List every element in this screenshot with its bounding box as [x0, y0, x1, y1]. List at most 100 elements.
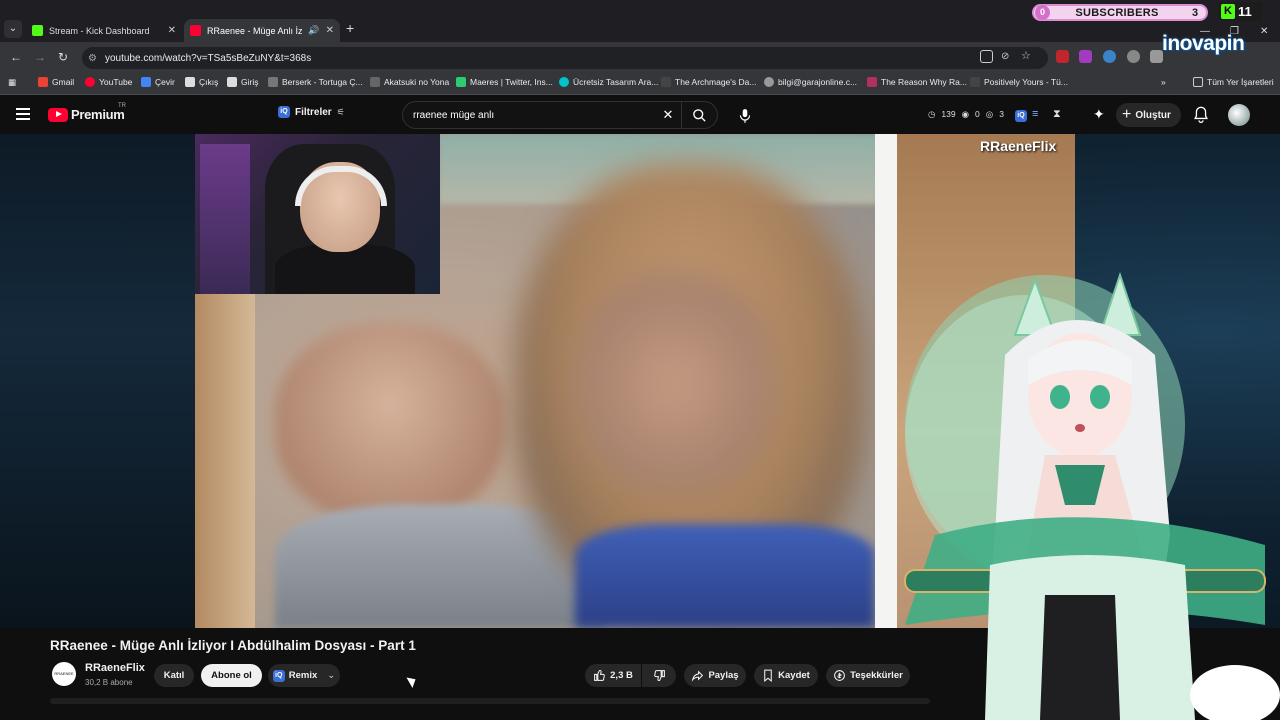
bookmark-giris[interactable]: Giriş: [227, 77, 258, 87]
video-frame-divider: [875, 134, 897, 628]
list-icon[interactable]: ≡: [1032, 108, 1038, 120]
extension-purple-icon[interactable]: [1079, 50, 1092, 63]
new-tab-button[interactable]: +: [346, 20, 354, 36]
close-tab-icon[interactable]: ✕: [326, 25, 334, 36]
filters-button[interactable]: iQ Filtreler ⚟: [278, 106, 345, 118]
tab-kick-dashboard[interactable]: Stream - Kick Dashboard ✕: [26, 19, 182, 42]
dislike-button[interactable]: [642, 664, 676, 687]
streamer-webcam: [195, 134, 440, 294]
extension-stats[interactable]: ◷ 139 ◉ 0 ◎ 3: [928, 109, 1004, 120]
video-person-left: [275, 324, 505, 524]
save-button[interactable]: Kaydet: [754, 664, 818, 687]
apps-icon[interactable]: ▦: [8, 77, 16, 88]
site-icon: [867, 77, 877, 87]
subscribe-button[interactable]: Abone ol: [201, 664, 262, 687]
video-frame-left-strip: [195, 294, 255, 628]
video-person-right-shirt: [575, 524, 875, 628]
channel-name[interactable]: RRaeneFlix: [85, 662, 145, 674]
search-input[interactable]: rraenee müge anlı: [403, 110, 655, 121]
super-thanks-icon: [834, 670, 846, 681]
forward-icon[interactable]: →: [34, 50, 46, 64]
menu-icon[interactable]: [16, 108, 30, 120]
hourglass-icon[interactable]: ⧗: [1053, 108, 1061, 121]
video-title: RRaenee - Müge Anlı İzliyor I Abdülhalim…: [50, 638, 416, 653]
create-button[interactable]: + Oluştur: [1116, 103, 1181, 127]
ambient-left-glow: [0, 134, 196, 628]
channel-subscriber-count: 30,2 B abone: [85, 678, 133, 687]
search-icon: [693, 108, 706, 122]
account-avatar[interactable]: [1228, 104, 1250, 126]
history-icon: ◷: [928, 109, 936, 119]
extension-red-icon[interactable]: [1056, 50, 1069, 63]
reload-icon[interactable]: ↻: [58, 50, 68, 64]
join-button[interactable]: Katıl: [154, 664, 194, 687]
subscribers-label: SUBSCRIBERS: [1075, 6, 1159, 19]
tab-title: Stream - Kick Dashboard: [49, 25, 150, 36]
bookmark-cikis[interactable]: Çıkış: [185, 77, 218, 87]
bookmark-maeres[interactable]: Maeres | Twitter, Ins...: [456, 77, 553, 87]
eye-icon: ◉: [961, 109, 970, 119]
bookmark-ucretsiz-tasarim[interactable]: Ücretsiz Tasarım Ara...: [559, 77, 658, 87]
translate-icon: [141, 77, 151, 87]
tab-youtube-video[interactable]: RRaenee - Müge Anlı İzliyor 🔊 ✕: [184, 19, 340, 42]
youtube-premium-logo[interactable]: Premium TR: [48, 103, 126, 122]
subscribers-count: 3: [1191, 6, 1199, 19]
bookmark-archmage[interactable]: The Archmage's Da...: [661, 77, 756, 87]
bookmark-gmail[interactable]: Gmail: [38, 77, 74, 87]
bookmark-berserk[interactable]: Berserk - Tortuga Ç...: [268, 77, 363, 87]
close-window-icon[interactable]: ✕: [1260, 26, 1268, 37]
extension-iq-icon[interactable]: iQ: [1015, 110, 1027, 122]
youtube-favicon-icon: [190, 25, 201, 36]
linktree-icon: [456, 77, 466, 87]
horizontal-scrollbar[interactable]: [50, 698, 930, 704]
search-button[interactable]: [681, 102, 717, 128]
site-info-icon[interactable]: ⚙: [88, 53, 97, 64]
thumbs-up-icon: [594, 670, 605, 681]
share-button[interactable]: Paylaş: [684, 664, 746, 687]
subscribers-goal-start: 0: [1035, 5, 1050, 20]
like-button[interactable]: 2,3 B: [585, 664, 641, 687]
avatar-right-eye: [1090, 385, 1110, 409]
bookmark-akatsuki[interactable]: Akatsuki no Yona: [370, 77, 449, 87]
bookmark-bilgi[interactable]: bilgi@garajonline.c...: [764, 77, 857, 87]
vtuber-avatar: [904, 271, 1280, 720]
globe-icon: [764, 77, 774, 87]
subscribers-overlay: 0 SUBSCRIBERS 3: [1032, 4, 1208, 21]
back-icon[interactable]: ←: [10, 50, 22, 64]
url-field[interactable]: ⚙ youtube.com/watch?v=TSa5sBeZuNY&t=368s: [82, 47, 1048, 69]
bookmark-positively-yours[interactable]: Positively Yours - Tü...: [970, 77, 1068, 87]
audio-playing-icon[interactable]: 🔊: [308, 25, 319, 36]
bookmark-star-icon[interactable]: ☆: [1021, 50, 1034, 63]
cast-icon[interactable]: [980, 50, 993, 63]
kick-logo-icon: K: [1221, 4, 1235, 19]
voice-search-button[interactable]: [733, 104, 757, 128]
close-tab-icon[interactable]: ✕: [168, 25, 176, 36]
extension-bulb-icon[interactable]: [1127, 50, 1140, 63]
thumbs-down-icon: [653, 670, 665, 681]
avatar-skirt: [1040, 595, 1120, 720]
like-count: 2,3 B: [610, 670, 633, 681]
hide-icon[interactable]: ⊘: [1001, 50, 1014, 63]
youtube-play-icon: [48, 107, 68, 122]
sliders-icon: ⚟: [336, 106, 345, 117]
bookmark-reason-why[interactable]: The Reason Why Ra...: [867, 77, 967, 87]
bell-icon: [1194, 106, 1208, 123]
more-bookmarks-icon[interactable]: »: [1161, 77, 1166, 87]
tab-search-button[interactable]: ⌄: [4, 20, 22, 38]
search-box[interactable]: rraenee müge anlı ✕: [402, 101, 718, 129]
kick-count: 11: [1238, 4, 1252, 19]
bookmark-cevir[interactable]: Çevir: [141, 77, 175, 87]
page-icon: [227, 77, 237, 87]
channel-watermark: RRaeneFlix: [980, 138, 1057, 154]
channel-avatar[interactable]: RRAENEE FLIX: [52, 662, 76, 686]
site-icon: [970, 77, 980, 87]
clear-search-icon[interactable]: ✕: [655, 107, 681, 123]
extension-puzzle-icon[interactable]: ✦: [1093, 106, 1105, 123]
notifications-button[interactable]: [1193, 106, 1209, 123]
remix-button[interactable]: iQ Remix ⌄: [268, 664, 340, 687]
microphone-icon: [739, 109, 751, 123]
site-icon: [370, 77, 380, 87]
all-bookmarks-folder[interactable]: Tüm Yer İşaretleri: [1193, 77, 1274, 87]
bookmark-youtube[interactable]: YouTube: [85, 77, 132, 87]
extension-blue-icon[interactable]: [1103, 50, 1116, 63]
